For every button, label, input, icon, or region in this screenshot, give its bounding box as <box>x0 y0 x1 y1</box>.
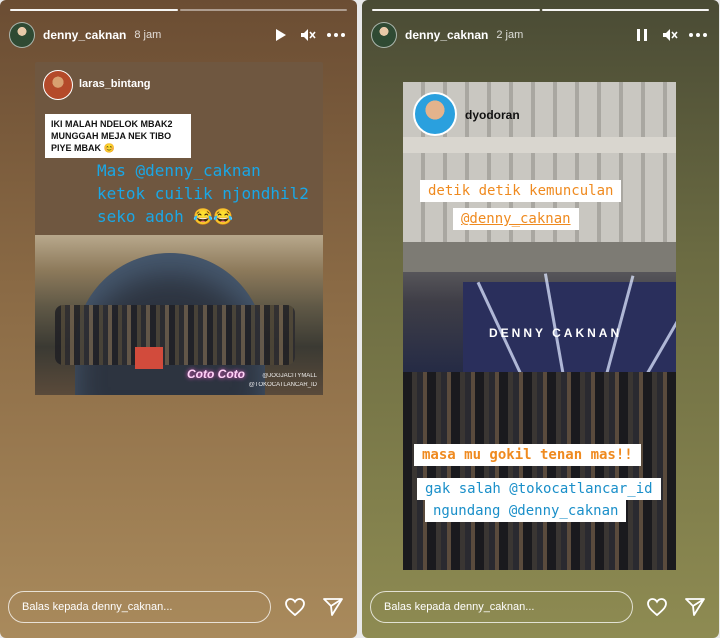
avatar[interactable] <box>43 70 73 100</box>
progress-segment <box>179 9 347 11</box>
headline-tag: detik detik kemunculan <box>420 180 622 202</box>
caption-line: ketok cuilik njondhil2 <box>97 184 309 203</box>
story-username[interactable]: denny_caknan <box>405 28 488 42</box>
crowd <box>403 372 676 570</box>
story-footer: Balas kepada denny_caknan... <box>370 590 709 624</box>
avatar[interactable] <box>371 22 397 48</box>
pause-icon[interactable] <box>631 24 653 46</box>
more-icon[interactable] <box>687 24 709 46</box>
story-username[interactable]: denny_caknan <box>43 28 126 42</box>
mute-icon[interactable] <box>297 24 319 46</box>
story-left[interactable]: denny_caknan 8 jam laras_bintang IKI MAL… <box>0 0 357 638</box>
heart-icon[interactable] <box>643 593 671 621</box>
story-caption: Mas @denny_caknan ketok cuilik njondhil2… <box>97 159 319 228</box>
mall-balcony <box>403 137 676 153</box>
mall-balcony <box>403 242 676 272</box>
story-right[interactable]: denny_caknan 2 jam DENNY CAKNAN dyodoran… <box>362 0 719 638</box>
avatar[interactable] <box>413 92 457 136</box>
heart-icon[interactable] <box>281 593 309 621</box>
story-header: denny_caknan 2 jam <box>371 22 709 48</box>
play-icon[interactable] <box>269 24 291 46</box>
story-footer: Balas kepada denny_caknan... <box>8 590 347 624</box>
story-progress <box>10 9 347 12</box>
caption-tag: masa mu gokil tenan mas!! <box>414 444 641 466</box>
caption-tag: ngundang @denny_caknan <box>425 500 627 522</box>
progress-segment <box>10 9 178 11</box>
repost-username[interactable]: laras_bintang <box>79 78 151 90</box>
stage-screen-text: DENNY CAKNAN <box>489 326 623 340</box>
story-progress <box>372 9 709 12</box>
mute-icon[interactable] <box>659 24 681 46</box>
send-icon[interactable] <box>681 593 709 621</box>
reply-input[interactable]: Balas kepada denny_caknan... <box>370 591 633 623</box>
booth <box>135 347 163 369</box>
send-icon[interactable] <box>319 593 347 621</box>
neon-sign: Coto Coto <box>187 367 245 381</box>
story-time: 8 jam <box>134 29 162 41</box>
mention-tag[interactable]: @denny_caknan <box>453 208 579 230</box>
caption-line: seko adoh 😂😂 <box>97 207 234 226</box>
avatar[interactable] <box>9 22 35 48</box>
caption-line: Mas @denny_caknan <box>97 161 261 180</box>
caption-tag: gak salah @tokocatlancar_id <box>417 478 661 500</box>
mall-photo: Coto Coto @JOGJACITYMALL @TOKOCATLANCAR_… <box>35 235 323 395</box>
story-header: denny_caknan 8 jam <box>9 22 347 48</box>
progress-segment <box>372 9 540 11</box>
watermark: @TOKOCATLANCAR_ID <box>248 382 317 388</box>
more-icon[interactable] <box>325 24 347 46</box>
reposted-story-card[interactable]: laras_bintang IKI MALAH NDELOK MBAK2 MUN… <box>35 62 323 395</box>
crowd <box>55 305 295 365</box>
reposted-story-card[interactable]: DENNY CAKNAN dyodoran detik detik kemunc… <box>403 82 676 570</box>
reply-input[interactable]: Balas kepada denny_caknan... <box>8 591 271 623</box>
progress-segment <box>541 9 709 11</box>
story-note: IKI MALAH NDELOK MBAK2 MUNGGAH MEJA NEK … <box>45 114 191 158</box>
repost-username[interactable]: dyodoran <box>465 108 520 122</box>
watermark: @JOGJACITYMALL <box>262 373 317 379</box>
story-time: 2 jam <box>496 29 524 41</box>
